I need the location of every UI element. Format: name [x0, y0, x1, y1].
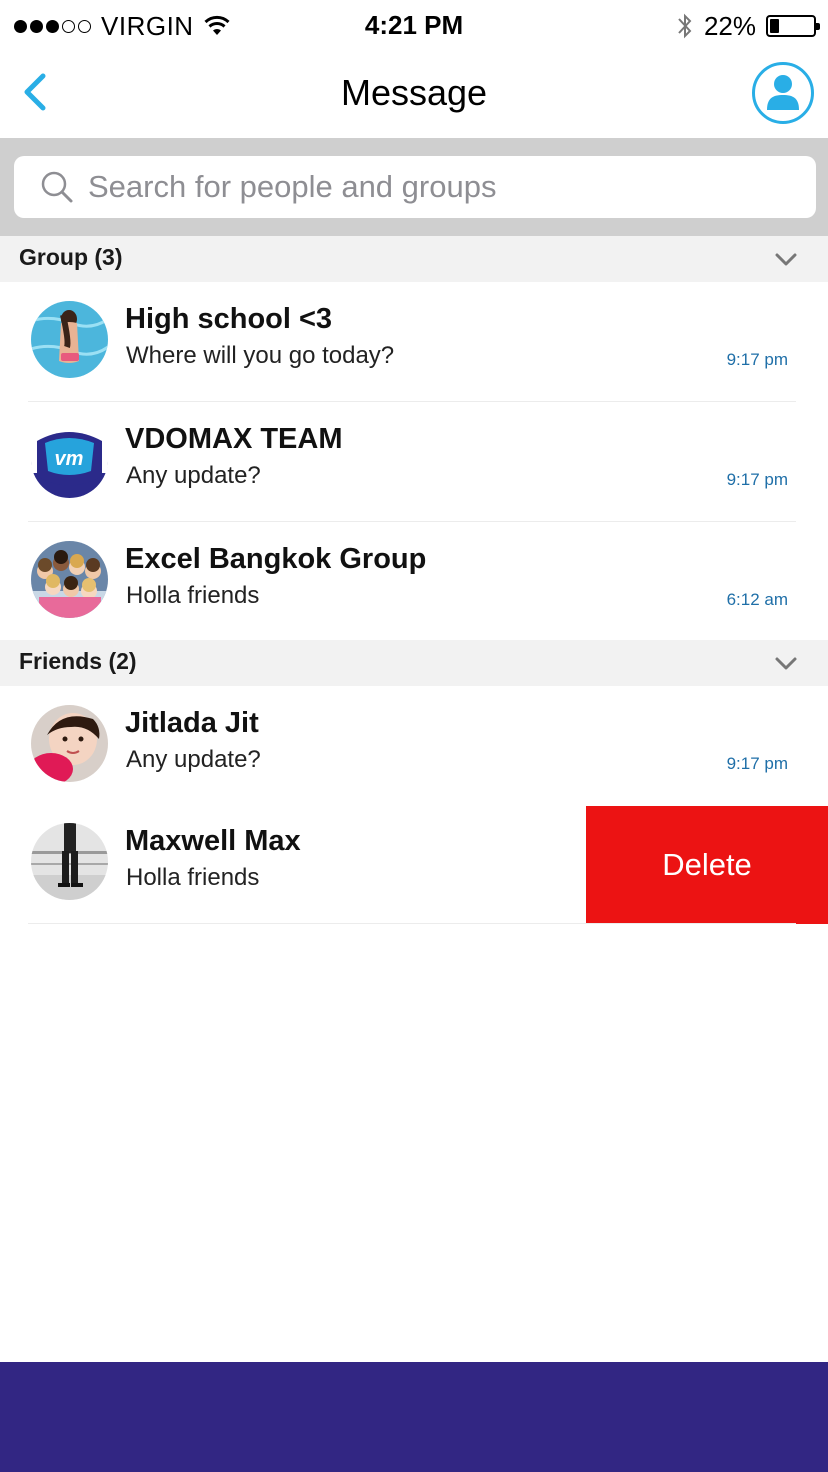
- search-box[interactable]: [14, 156, 816, 218]
- battery-percent: 22%: [703, 10, 756, 41]
- vdomax-logo-avatar: vm: [31, 421, 108, 498]
- status-right: 22%: [676, 10, 820, 42]
- nav-bar: Message: [0, 52, 828, 138]
- contact-name: Excel Bangkok Group: [125, 543, 427, 575]
- contact-name: Jitlada Jit: [125, 707, 259, 739]
- message-time: 9:17 pm: [726, 350, 788, 369]
- contact-name: High school <3: [125, 303, 333, 335]
- list-item-vdomax-team[interactable]: vm VDOMAX TEAM Any update? 9:17 pm: [0, 402, 828, 522]
- section-header-friends[interactable]: Friends (2): [0, 640, 828, 686]
- bottom-bar: [0, 1362, 828, 1472]
- list-item-excel-bangkok[interactable]: Excel Bangkok Group Holla friends 6:12 a…: [0, 522, 828, 640]
- section-title: Group (3): [19, 244, 123, 270]
- bluetooth-icon: [678, 13, 692, 39]
- search-bar: [0, 138, 828, 236]
- chevron-down-icon: [775, 657, 797, 670]
- avatar: [31, 705, 108, 782]
- last-message: Any update?: [126, 462, 261, 489]
- pool-photo-avatar: [31, 301, 108, 378]
- message-time: 6:12 am: [726, 590, 788, 609]
- list-item-high-school[interactable]: High school <3 Where will you go today? …: [0, 282, 828, 402]
- person-photo-avatar: [31, 823, 108, 900]
- message-time: 9:17 pm: [726, 470, 788, 489]
- last-message: Where will you go today?: [126, 342, 395, 369]
- group-photo-avatar: [31, 541, 108, 618]
- divider: [28, 923, 796, 924]
- status-bar: VIRGIN 4:21 PM 22%: [0, 0, 828, 52]
- message-time: 9:17 pm: [726, 754, 788, 773]
- last-message: Holla friends: [126, 582, 260, 609]
- avatar: [31, 823, 108, 900]
- last-message: Any update?: [126, 746, 261, 773]
- profile-button[interactable]: [752, 62, 814, 124]
- avatar: vm: [31, 421, 108, 498]
- logo-text: vm: [55, 448, 84, 470]
- battery-level: [770, 19, 779, 33]
- avatar: [31, 541, 108, 618]
- user-icon: [767, 75, 799, 110]
- last-message: Holla friends: [126, 864, 260, 891]
- contact-name: Maxwell Max: [125, 825, 301, 857]
- list-item-jitlada-jit[interactable]: Jitlada Jit Any update? 9:17 pm: [0, 686, 828, 806]
- girl-photo-avatar: [31, 705, 108, 782]
- delete-button[interactable]: Delete: [586, 806, 828, 924]
- page-title: Message: [340, 72, 488, 113]
- list-item-maxwell-max[interactable]: Maxwell Max Holla friends Delete: [0, 804, 828, 924]
- section-title: Friends (2): [19, 648, 137, 674]
- search-input[interactable]: [88, 169, 768, 205]
- avatar: [31, 301, 108, 378]
- search-icon: [41, 171, 73, 203]
- battery-icon: [766, 15, 820, 37]
- contact-name: VDOMAX TEAM: [125, 423, 343, 455]
- section-header-groups[interactable]: Group (3): [0, 236, 828, 282]
- chevron-down-icon: [775, 253, 797, 266]
